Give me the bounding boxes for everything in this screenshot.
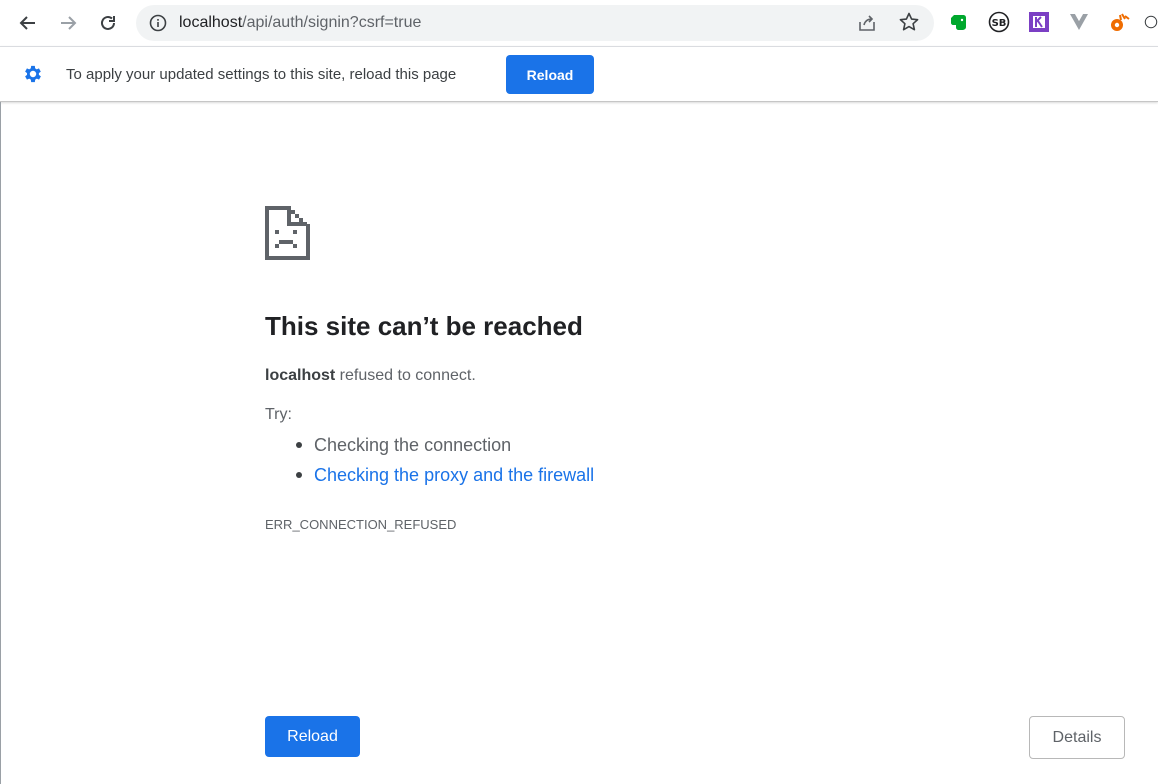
url-path: /api/auth/signin?csrf=true [242,14,422,31]
url-host: localhost [179,14,243,31]
back-button[interactable] [10,5,46,41]
error-description: localhost refused to connect. [265,367,476,385]
error-code: ERR_CONNECTION_REFUSED [265,517,457,532]
arrow-right-icon [61,16,77,30]
forward-button[interactable] [50,5,86,41]
refresh-button[interactable] [90,5,126,41]
reload-button[interactable]: Reload [265,716,360,757]
profile-extension-icon[interactable] [1144,11,1158,33]
purple-extension-icon[interactable] [1028,11,1050,33]
try-label: Try: [265,406,292,423]
error-title: This site can’t be reached [265,311,583,341]
sad-page-icon [265,206,310,260]
info-icon[interactable] [148,13,168,33]
reload-icon [101,15,115,30]
arrow-left-icon [19,16,35,30]
proxy-firewall-link[interactable]: Checking the proxy and the firewall [314,464,594,486]
share-icon[interactable] [856,12,878,34]
browser-window: localhost/api/auth/signin?csrf=true SB T… [0,0,1158,784]
error-refused-text: refused to connect. [335,367,476,384]
sb-extension-icon[interactable]: SB [988,11,1010,33]
browser-toolbar: localhost/api/auth/signin?csrf=true SB [0,0,1158,46]
vue-devtools-extension-icon[interactable] [1068,11,1090,33]
bullet [296,442,302,448]
details-button[interactable]: Details [1029,716,1125,759]
bullet [296,472,302,478]
orange-extension-icon[interactable] [1108,11,1130,33]
infobar-reload-button[interactable]: Reload [506,55,594,94]
address-bar[interactable]: localhost/api/auth/signin?csrf=true [136,5,934,41]
sb-extension-label: SB [992,18,1007,29]
settings-infobar: To apply your updated settings to this s… [0,46,1158,102]
infobar-message: To apply your updated settings to this s… [66,66,457,83]
suggestion-text: Checking the connection [314,435,512,455]
window-border [0,102,1,784]
error-host: localhost [265,367,336,384]
evernote-extension-icon[interactable] [948,11,970,33]
star-icon[interactable] [898,11,920,33]
url-text[interactable]: localhost/api/auth/signin?csrf=true [179,13,421,33]
gear-icon [25,65,41,83]
